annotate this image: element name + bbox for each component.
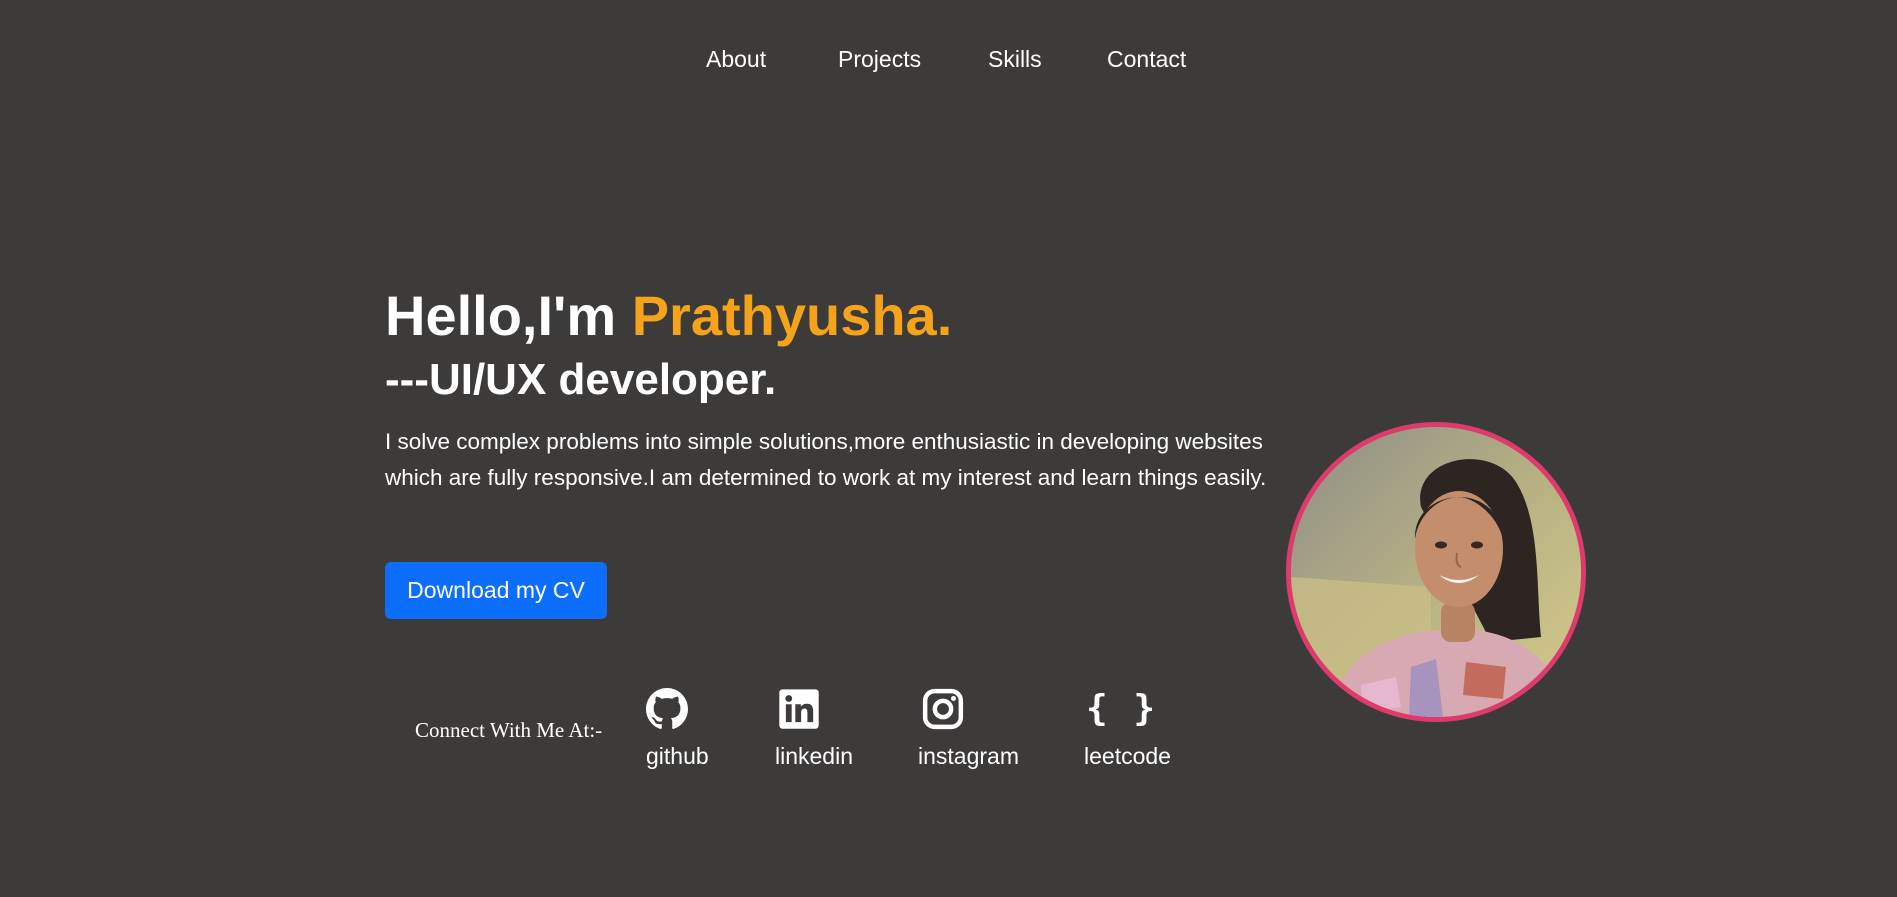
github-icon-glyph [646,688,688,729]
hero-heading: Hello,I'm Prathyusha. [385,282,1285,350]
linkedin-label: linkedin [775,743,853,769]
github-link[interactable]: github [646,688,709,770]
hero-name: Prathyusha. [631,284,953,347]
hero-section: Hello,I'm Prathyusha. ---UI/UX developer… [385,282,1285,496]
linkedin-link[interactable]: linkedin [775,688,853,770]
instagram-label: instagram [918,743,1019,769]
linkedin-icon-glyph [779,689,819,729]
nav-skills-link[interactable]: Skills [988,44,1042,74]
github-label: github [646,743,709,769]
braces-icon: { } [1086,688,1158,729]
nav-contact-link[interactable]: Contact [1107,44,1186,74]
nav-projects-link[interactable]: Projects [838,44,921,74]
top-nav: About Projects Skills Contact [0,44,1897,74]
instagram-link[interactable]: instagram [918,688,1019,770]
instagram-icon [922,688,964,730]
profile-avatar [1286,422,1586,722]
instagram-icon-glyph [922,688,964,730]
greeting-text: Hello,I'm [385,284,632,347]
linkedin-icon [778,688,820,730]
github-icon [646,688,688,730]
hero-bio: I solve complex problems into simple sol… [385,429,1267,490]
leetcode-label: leetcode [1084,743,1171,769]
leetcode-link[interactable]: { } leetcode [1084,688,1171,770]
hero-role: ---UI/UX developer. [385,355,777,404]
download-cv-button[interactable]: Download my CV [385,562,607,619]
profile-photo [1291,427,1581,717]
connect-label: Connect With Me At:- [415,718,603,742]
nav-about-link[interactable]: About [706,44,766,74]
